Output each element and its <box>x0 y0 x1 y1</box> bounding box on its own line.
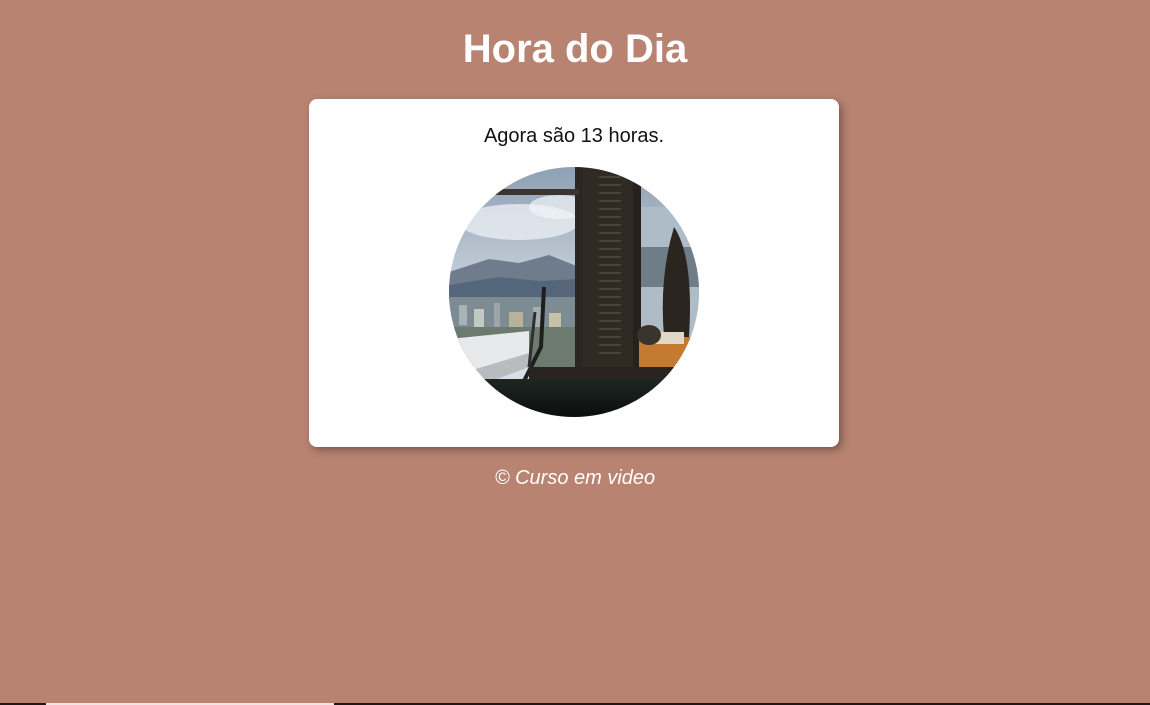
time-message: Agora são 13 horas. <box>483 125 665 147</box>
page-title: Hora do Dia <box>462 27 688 71</box>
footer-credit: © Curso em video <box>494 467 656 489</box>
window-view-photo <box>449 167 699 417</box>
